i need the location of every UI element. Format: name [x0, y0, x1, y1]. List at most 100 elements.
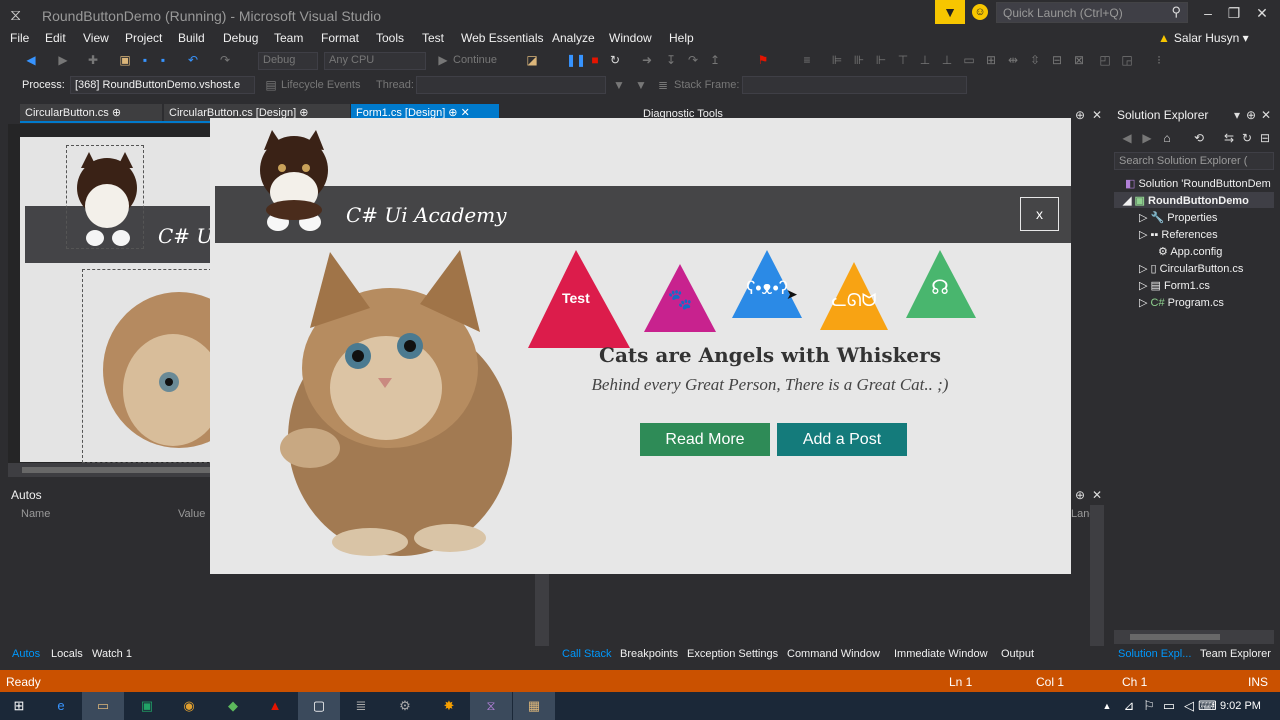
- save-all-icon[interactable]: ▪: [156, 53, 170, 67]
- menu-help[interactable]: Help: [669, 31, 694, 45]
- se-dropdown-icon[interactable]: ▾: [1230, 108, 1244, 122]
- notification-filter-icon[interactable]: ▼: [935, 0, 965, 24]
- continue-button[interactable]: Continue: [453, 54, 497, 66]
- se-item-references[interactable]: ▷ ▪▪ References: [1139, 228, 1218, 241]
- process-select[interactable]: [368] RoundButtonDemo.vshost.e: [70, 76, 255, 94]
- excel-icon[interactable]: ▣: [138, 697, 156, 715]
- media-icon[interactable]: ✸: [440, 697, 458, 715]
- volume-icon[interactable]: ◁: [1180, 697, 1198, 715]
- network-icon[interactable]: ⊿: [1120, 697, 1138, 715]
- output-pin-icon[interactable]: ⊕: [1073, 488, 1087, 502]
- quick-launch-input[interactable]: Quick Launch (Ctrl+Q) ⚲: [996, 2, 1188, 23]
- menu-build[interactable]: Build: [178, 31, 205, 45]
- center-vertically-icon[interactable]: ⊠: [1072, 53, 1086, 67]
- thread-filter-icon[interactable]: ▼: [634, 78, 648, 92]
- se-refresh-icon[interactable]: ↻: [1240, 131, 1254, 145]
- menu-view[interactable]: View: [83, 31, 109, 45]
- battery-icon[interactable]: ▭: [1160, 697, 1178, 715]
- autos-name-column[interactable]: Name: [21, 508, 50, 520]
- designer-scroll-thumb[interactable]: [22, 467, 222, 473]
- bring-to-front-icon[interactable]: ◰: [1098, 53, 1112, 67]
- file-explorer-icon[interactable]: ▭: [94, 697, 112, 715]
- maximize-button[interactable]: ❐: [1222, 4, 1246, 22]
- tab-autos[interactable]: Autos: [12, 648, 40, 660]
- horizontal-spacing-icon[interactable]: ⇹: [1006, 53, 1020, 67]
- se-item-project[interactable]: ◢ ▣ RoundButtonDemo: [1123, 194, 1249, 207]
- restart-icon[interactable]: ↻: [608, 53, 622, 67]
- close-panel-icon[interactable]: ✕: [1090, 108, 1104, 122]
- stop-icon[interactable]: ■: [588, 53, 602, 67]
- internet-explorer-icon[interactable]: e: [52, 697, 70, 715]
- se-item-form1[interactable]: ▷ ▤ Form1.cs: [1139, 279, 1210, 292]
- thread-select[interactable]: [416, 76, 606, 94]
- tab-call-stack[interactable]: Call Stack: [562, 648, 612, 660]
- read-more-button[interactable]: Read More: [640, 423, 770, 456]
- se-close-icon[interactable]: ✕: [1259, 108, 1273, 122]
- undo-icon[interactable]: ↶: [186, 53, 200, 67]
- user-account[interactable]: ▲ Salar Husyn ▾: [1158, 31, 1249, 45]
- platform-select[interactable]: Any CPU: [324, 52, 426, 70]
- align-bottom-icon[interactable]: ⊥: [940, 53, 954, 67]
- close-window-button[interactable]: ✕: [1250, 4, 1274, 22]
- forward-icon[interactable]: ▶: [56, 53, 70, 67]
- pin-icon[interactable]: ⊕: [1073, 108, 1087, 122]
- se-item-solution[interactable]: ◧ Solution 'RoundButtonDem: [1125, 177, 1271, 190]
- designer-kitten-picture[interactable]: [82, 269, 255, 463]
- tab-solution-explorer[interactable]: Solution Expl...: [1118, 648, 1191, 660]
- menu-format[interactable]: Format: [321, 31, 359, 45]
- size-to-grid-icon[interactable]: ⊞: [984, 53, 998, 67]
- back-icon[interactable]: ◀: [24, 53, 38, 67]
- output-vertical-scrollbar[interactable]: [1090, 505, 1104, 646]
- autos-value-column[interactable]: Value: [178, 508, 205, 520]
- se-item-program[interactable]: ▷ C# Program.cs: [1139, 296, 1224, 309]
- menu-test[interactable]: Test: [422, 31, 444, 45]
- play-icon[interactable]: ▶: [436, 53, 450, 67]
- tab-order-icon[interactable]: ⁝: [1152, 53, 1166, 67]
- show-next-statement-icon[interactable]: ➜: [640, 53, 654, 67]
- feedback-smile-icon[interactable]: ☺: [972, 4, 988, 20]
- configuration-select[interactable]: Debug: [258, 52, 318, 70]
- start-icon[interactable]: ⊞: [10, 697, 28, 715]
- menu-debug[interactable]: Debug: [223, 31, 258, 45]
- new-project-icon[interactable]: ✚: [86, 53, 100, 67]
- align-right-icon[interactable]: ⊩: [874, 53, 888, 67]
- se-item-properties[interactable]: ▷ 🔧 Properties: [1139, 211, 1217, 224]
- menu-team[interactable]: Team: [274, 31, 303, 45]
- tab-locals[interactable]: Locals: [51, 648, 83, 660]
- step-over-icon[interactable]: ↷: [686, 53, 700, 67]
- se-item-app-config[interactable]: ⚙ App.config: [1158, 245, 1222, 258]
- console-icon[interactable]: ▢: [310, 697, 328, 715]
- menu-web-essentials[interactable]: Web Essentials: [461, 31, 543, 45]
- stack-frame-select[interactable]: [742, 76, 967, 94]
- redo-icon[interactable]: ↷: [218, 53, 232, 67]
- add-post-button[interactable]: Add a Post: [777, 423, 907, 456]
- se-forward-icon[interactable]: ▶: [1140, 131, 1154, 145]
- designer-selected-picture[interactable]: [66, 145, 144, 249]
- menu-edit[interactable]: Edit: [45, 31, 66, 45]
- se-sync-icon[interactable]: ⇆: [1222, 131, 1236, 145]
- tab-command-window[interactable]: Command Window: [787, 648, 880, 660]
- vertical-spacing-icon[interactable]: ⇳: [1028, 53, 1042, 67]
- format-icon[interactable]: ≡: [800, 53, 814, 67]
- se-item-circularbutton[interactable]: ▷ ▯ CircularButton.cs: [1139, 262, 1243, 275]
- process-icon[interactable]: ◪: [525, 53, 539, 67]
- flag-filter-icon[interactable]: ▼: [612, 78, 626, 92]
- keyboard-icon[interactable]: ⌨: [1198, 697, 1217, 715]
- menu-file[interactable]: File: [10, 31, 29, 45]
- menu-analyze[interactable]: Analyze: [552, 31, 595, 45]
- same-size-icon[interactable]: ▭: [962, 53, 976, 67]
- output-close-icon[interactable]: ✕: [1090, 488, 1104, 502]
- se-pin-icon[interactable]: ⊕: [1244, 108, 1258, 122]
- tab-watch-1[interactable]: Watch 1: [92, 648, 132, 660]
- tool-icon[interactable]: ⚙: [396, 697, 414, 715]
- visual-studio-icon[interactable]: ⧖: [482, 697, 500, 715]
- step-into-icon[interactable]: ↧: [664, 53, 678, 67]
- center-horizontally-icon[interactable]: ⊟: [1050, 53, 1064, 67]
- send-to-back-icon[interactable]: ◲: [1120, 53, 1134, 67]
- exception-icon[interactable]: ⚑: [756, 53, 770, 67]
- save-icon[interactable]: ▪: [138, 53, 152, 67]
- minimize-button[interactable]: –: [1196, 4, 1220, 22]
- tab-output[interactable]: Output: [1001, 648, 1034, 660]
- align-left-icon[interactable]: ⊫: [830, 53, 844, 67]
- step-out-icon[interactable]: ↥: [708, 53, 722, 67]
